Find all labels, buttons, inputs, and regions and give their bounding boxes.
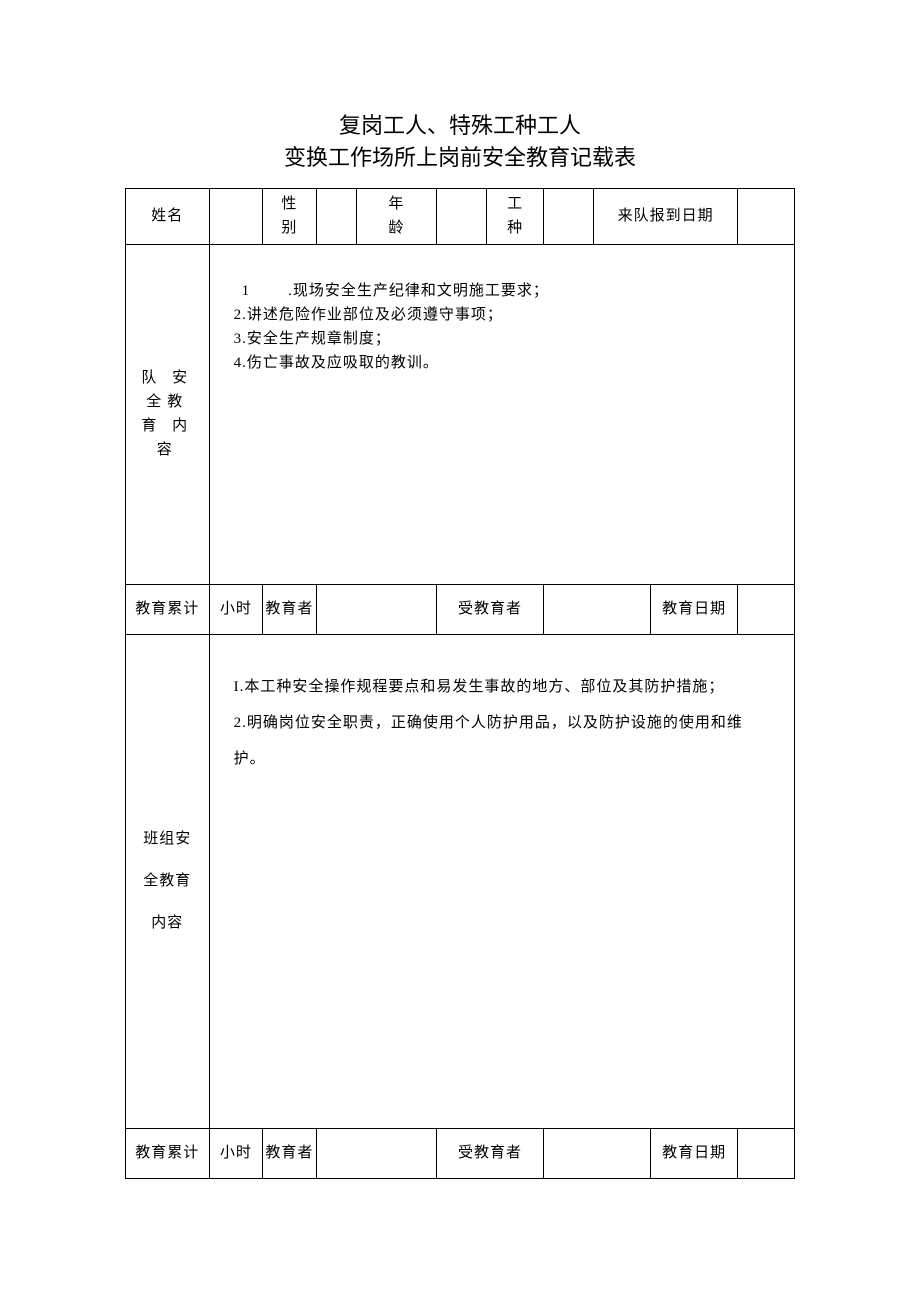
label-name: 姓名 xyxy=(126,188,210,244)
section1-item-1b: .现场安全生产纪律和文明施工要求； xyxy=(288,283,549,299)
value-educatee-1 xyxy=(544,584,651,634)
section1-row: 队 安 全教 育 内容 1 .现场安全生产纪律和文明施工要求； 2.讲述危险作业… xyxy=(126,244,795,584)
form-table: 姓名 性 别 年 龄 工 种 来队报到日期 队 安 全教 育 内容 1 xyxy=(125,188,795,1179)
label-total-1: 教育累计 xyxy=(126,584,210,634)
label-hours-2: 小时 xyxy=(209,1128,263,1178)
label-hours-1: 小时 xyxy=(209,584,263,634)
label-age: 年 龄 xyxy=(356,188,436,244)
value-age xyxy=(437,188,487,244)
label-age-bottom: 龄 xyxy=(388,220,404,236)
value-name xyxy=(209,188,263,244)
title-line-2: 变换工作场所上岗前安全教育记载表 xyxy=(125,142,795,174)
section2-content-cell: I.本工种安全操作规程要点和易发生事故的地方、部位及其防护措施； 2.明确岗位安… xyxy=(209,634,794,1128)
section1-item-3: 3.安全生产规章制度； xyxy=(234,327,774,351)
label-name-text: 姓名 xyxy=(151,208,183,224)
label-gender-top: 性 xyxy=(281,196,297,212)
title-line-1: 复岗工人、特殊工种工人 xyxy=(125,110,795,142)
section1-item-1a: 1 xyxy=(242,283,251,299)
section1-label-cell: 队 安 全教 育 内容 xyxy=(126,244,210,584)
label-gender-bottom: 别 xyxy=(281,220,297,236)
value-educatee-2 xyxy=(544,1128,651,1178)
value-educator-2 xyxy=(316,1128,436,1178)
section1-item-1: 1 .现场安全生产纪律和文明施工要求； xyxy=(234,279,774,303)
label-total-2: 教育累计 xyxy=(126,1128,210,1178)
label-arrive-date: 来队报到日期 xyxy=(594,188,738,244)
label-age-top: 年 xyxy=(388,196,404,212)
label-educatee-1: 受教育者 xyxy=(437,584,544,634)
summary-row-2: 教育累计 小时 教育者 受教育者 教育日期 xyxy=(126,1128,795,1178)
label-arrive-date-text: 来队报到日期 xyxy=(618,208,714,224)
section1-item-2: 2.讲述危险作业部位及必须遵守事项； xyxy=(234,303,774,327)
section1-item-4: 4.伤亡事故及应吸取的教训。 xyxy=(234,351,774,375)
value-gender xyxy=(316,188,356,244)
section2-row: 班组安全教育内容 I.本工种安全操作规程要点和易发生事故的地方、部位及其防护措施… xyxy=(126,634,795,1128)
page-title-block: 复岗工人、特殊工种工人 变换工作场所上岗前安全教育记载表 xyxy=(125,110,795,174)
summary-row-1: 教育累计 小时 教育者 受教育者 教育日期 xyxy=(126,584,795,634)
label-date-1: 教育日期 xyxy=(651,584,738,634)
value-educator-1 xyxy=(316,584,436,634)
section2-label-cell: 班组安全教育内容 xyxy=(126,634,210,1128)
section1-content-cell: 1 .现场安全生产纪律和文明施工要求； 2.讲述危险作业部位及必须遵守事项； 3… xyxy=(209,244,794,584)
section2-label: 班组安全教育内容 xyxy=(126,818,209,944)
label-gender: 性 别 xyxy=(263,188,317,244)
section2-item-2: 2.明确岗位安全职责，正确使用个人防护用品，以及防护设施的使用和维护。 xyxy=(234,705,774,777)
label-worktype-top: 工 xyxy=(507,196,523,212)
label-educator-1: 教育者 xyxy=(263,584,317,634)
value-date-2 xyxy=(738,1128,795,1178)
label-worktype-bottom: 种 xyxy=(507,220,523,236)
label-educator-2: 教育者 xyxy=(263,1128,317,1178)
label-educatee-2: 受教育者 xyxy=(437,1128,544,1178)
value-arrive-date xyxy=(738,188,795,244)
label-date-2: 教育日期 xyxy=(651,1128,738,1178)
section2-item-1: I.本工种安全操作规程要点和易发生事故的地方、部位及其防护措施； xyxy=(234,669,774,705)
section1-label: 队 安 全教 育 内容 xyxy=(126,366,209,462)
label-worktype: 工 种 xyxy=(487,188,544,244)
value-worktype xyxy=(544,188,594,244)
header-row: 姓名 性 别 年 龄 工 种 来队报到日期 xyxy=(126,188,795,244)
value-date-1 xyxy=(738,584,795,634)
